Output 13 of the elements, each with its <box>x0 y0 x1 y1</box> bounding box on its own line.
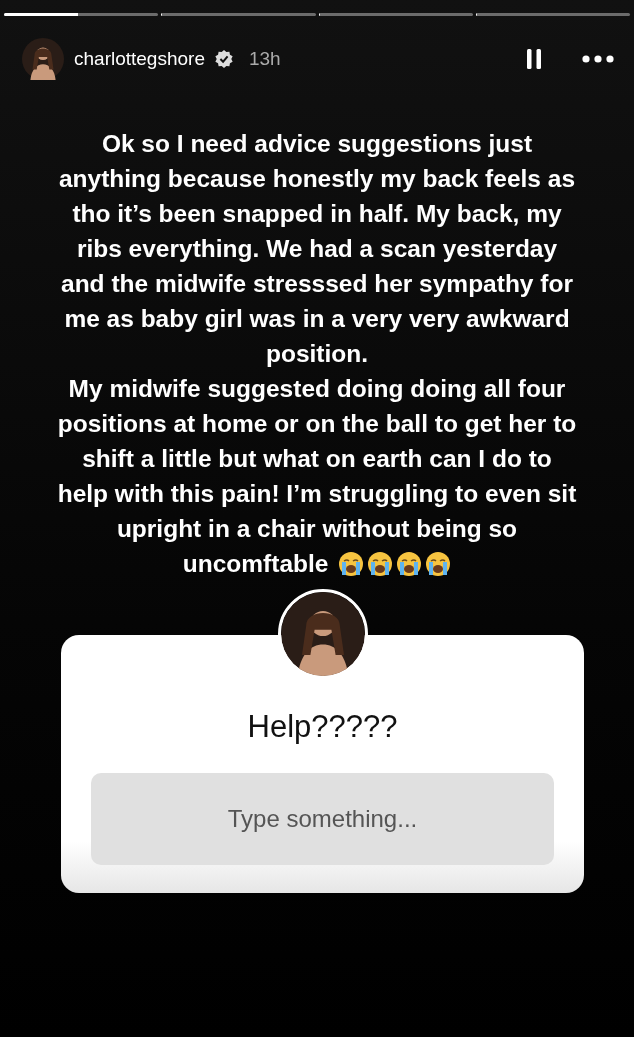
question-text: Help????? <box>247 709 398 745</box>
story-text: My midwife suggested doing doing all four positions at home or on the ball to get her to shift a little but what on earth can I do to help with this pain! I’m struggling to even sit upright in a chair without being so uncomftable <box>56 374 578 579</box>
crying-face-icon <box>338 551 365 577</box>
avatar <box>22 38 64 80</box>
crying-face-icon <box>425 551 452 577</box>
crying-face-icon <box>396 551 423 577</box>
username[interactable]: charlottegshore <box>74 48 205 70</box>
pause-icon[interactable] <box>526 48 542 70</box>
story-text: Ok so I need advice suggestions just anything because honestly my back feels as tho it’s been snapped in half. My back, my ribs everything. We had a scan yesterday and the midwife stresssed her sympathy for me as baby girl was in a very very awkward position. <box>57 129 577 369</box>
post-time: 13h <box>248 48 281 70</box>
answer-field[interactable]: Type something... <box>91 773 554 865</box>
more-options-icon[interactable] <box>582 55 614 63</box>
crying-face-icon <box>367 551 394 577</box>
